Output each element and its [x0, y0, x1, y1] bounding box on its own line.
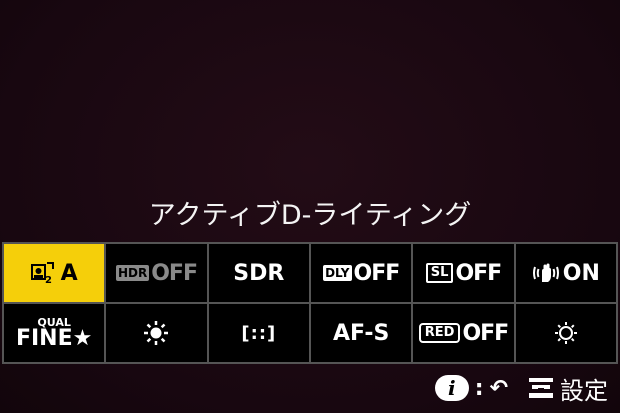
camera-screen: アクティブD-ライティング 2 A HDR OFF SDR DLY OFF SL…	[0, 0, 620, 413]
cell-hdr[interactable]: HDR OFF	[106, 244, 207, 302]
active-d-lighting-value: A	[60, 260, 78, 286]
tone-mode-value: SDR	[233, 260, 285, 286]
info-menu-grid: 2 A HDR OFF SDR DLY OFF SL OFF ON QUAL F…	[2, 242, 618, 364]
colon-separator: :	[474, 375, 484, 401]
silent-badge: SL	[425, 263, 454, 283]
footer-hints: i : ↶ 設定	[434, 370, 608, 406]
cell-image-quality[interactable]: QUAL FINE★	[4, 304, 105, 362]
cell-af-area[interactable]: [::]	[208, 304, 309, 362]
menu-button-icon[interactable]	[528, 376, 554, 400]
af-area-value: [::]	[241, 322, 277, 344]
cell-delay[interactable]: DLY OFF	[311, 244, 412, 302]
info-button-icon[interactable]: i	[434, 375, 469, 401]
active-d-lighting-icon: 2	[30, 262, 55, 284]
focus-mode-value: AF-S	[332, 320, 390, 346]
cell-white-balance[interactable]	[106, 304, 207, 362]
delay-value: OFF	[353, 260, 401, 286]
settings-label[interactable]: 設定	[560, 371, 608, 406]
cell-tone-mode[interactable]: SDR	[208, 244, 309, 302]
cell-metering[interactable]	[515, 304, 616, 362]
vibration-reduction-value: ON	[562, 260, 600, 286]
sun-icon	[143, 320, 169, 346]
cell-active-d-lighting[interactable]: 2 A	[4, 244, 105, 302]
hdr-value: OFF	[151, 260, 198, 286]
page-title: アクティブD-ライティング	[148, 200, 472, 231]
cell-vibration-reduction[interactable]: ON	[515, 244, 616, 302]
svg-text:2: 2	[45, 275, 52, 284]
cell-silent[interactable]: SL OFF	[413, 244, 514, 302]
red-eye-badge: RED	[418, 323, 461, 343]
red-eye-value: OFF	[462, 320, 509, 346]
brightness-icon	[553, 320, 579, 346]
vibration-reduction-icon	[532, 262, 560, 284]
back-icon[interactable]: ↶	[490, 376, 508, 401]
image-quality-value: FINE★	[15, 325, 93, 351]
cell-red-eye[interactable]: RED OFF	[413, 304, 514, 362]
delay-badge: DLY	[323, 265, 352, 281]
hdr-badge: HDR	[115, 265, 150, 281]
silent-value: OFF	[455, 260, 502, 286]
cell-focus-mode[interactable]: AF-S	[311, 304, 412, 362]
